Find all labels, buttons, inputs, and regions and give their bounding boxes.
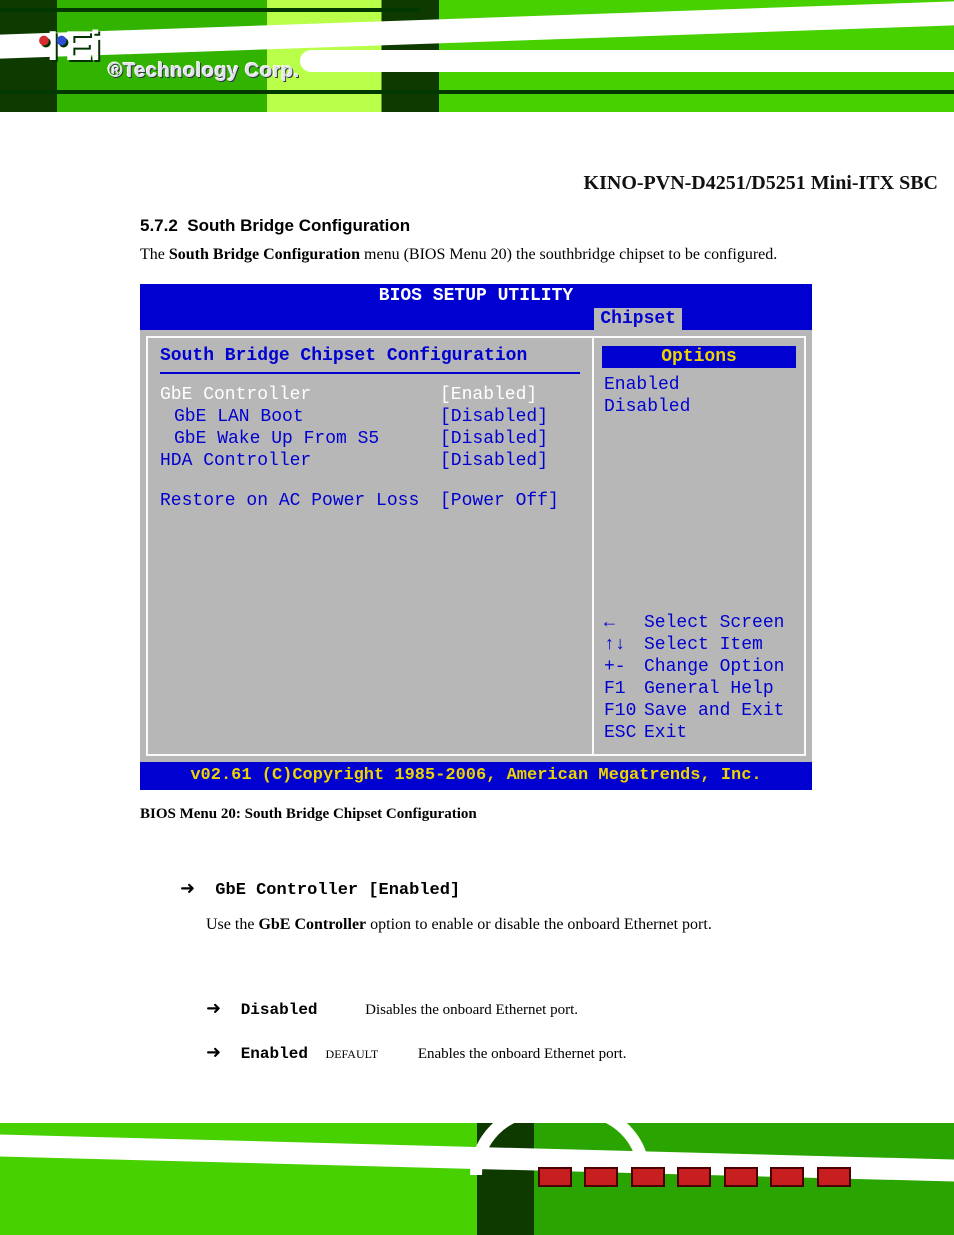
section-heading: 5.7.2 South Bridge Configuration bbox=[140, 216, 410, 236]
options-list: Enabled Disabled bbox=[594, 374, 804, 418]
help-text: Exit bbox=[644, 723, 687, 743]
bios-row-hda-controller[interactable]: HDA Controller [Disabled] bbox=[148, 450, 592, 472]
desc-post: option to enable or disable the onboard … bbox=[366, 916, 712, 933]
header-swoosh bbox=[300, 50, 954, 72]
help-text: Select Item bbox=[644, 635, 763, 655]
trace-line bbox=[0, 8, 420, 12]
bios-row-gbe-wake-s5[interactable]: GbE Wake Up From S5 [Disabled] bbox=[148, 428, 592, 450]
bios-tab-bar: Chipset bbox=[140, 308, 812, 330]
trace-line bbox=[0, 90, 954, 94]
help-row: +-Change Option bbox=[604, 656, 794, 678]
footer-chips bbox=[534, 1163, 914, 1223]
lead-bold: South Bridge Configuration bbox=[169, 246, 360, 263]
option-heading: ➜ GbE Controller [Enabled] bbox=[180, 878, 460, 900]
bios-screenshot: BIOS SETUP UTILITY Chipset South Bridge … bbox=[140, 284, 812, 790]
help-key: ↑↓ bbox=[604, 634, 644, 656]
row-value: [Disabled] bbox=[440, 406, 548, 428]
bios-help-keys: ←Select Screen ↑↓Select Item +-Change Op… bbox=[604, 612, 794, 744]
help-key: ← bbox=[604, 612, 644, 634]
help-row: ←Select Screen bbox=[604, 612, 794, 634]
opt-name: Disabled bbox=[241, 1001, 318, 1019]
row-value: [Power Off] bbox=[440, 490, 559, 512]
arrow-icon: ➜ bbox=[206, 1042, 221, 1062]
bios-title: BIOS SETUP UTILITY bbox=[140, 284, 812, 308]
help-text: Change Option bbox=[644, 657, 784, 677]
bios-rule bbox=[160, 372, 580, 374]
bios-row-gbe-controller[interactable]: GbE Controller [Enabled] bbox=[148, 384, 592, 406]
bios-body: South Bridge Chipset Configuration GbE C… bbox=[140, 330, 812, 762]
option-item-enabled: ➜ Enabled DEFAULT Enables the onboard Et… bbox=[206, 1042, 627, 1063]
bios-left-panel: South Bridge Chipset Configuration GbE C… bbox=[146, 336, 592, 756]
help-text: Select Screen bbox=[644, 613, 784, 633]
row-label: GbE Wake Up From S5 bbox=[160, 428, 440, 450]
footer-decoration bbox=[0, 1123, 954, 1235]
help-row: ↑↓Select Item bbox=[604, 634, 794, 656]
arrow-icon: ➜ bbox=[206, 998, 221, 1018]
bios-panel-title: South Bridge Chipset Configuration bbox=[148, 338, 592, 366]
help-row: F10Save and Exit bbox=[604, 700, 794, 722]
chip-icon bbox=[817, 1167, 851, 1187]
bios-footer: v02.61 (C)Copyright 1985-2006, American … bbox=[140, 762, 812, 790]
chip-icon bbox=[770, 1167, 804, 1187]
spacer bbox=[148, 472, 592, 490]
row-label: Restore on AC Power Loss bbox=[160, 490, 440, 512]
desc-pre: Use the bbox=[206, 916, 258, 933]
section-title: South Bridge Configuration bbox=[187, 216, 410, 235]
bios-right-panel: Options Enabled Disabled ←Select Screen … bbox=[592, 336, 806, 756]
option-heading-text: GbE Controller [Enabled] bbox=[215, 881, 460, 900]
help-row: ESCExit bbox=[604, 722, 794, 744]
page-root: { "header": { "brand_text": "®Technology… bbox=[0, 0, 954, 1235]
lead-pre: The bbox=[140, 246, 169, 263]
opt-desc: Enables the onboard Ethernet port. bbox=[418, 1046, 627, 1062]
help-text: Save and Exit bbox=[644, 701, 784, 721]
model-heading: KINO-PVN-D4251/D5251 Mini-ITX SBC bbox=[0, 172, 938, 195]
logo: •I•iEiEi bbox=[38, 22, 98, 70]
chip-icon bbox=[538, 1167, 572, 1187]
bios-row-gbe-lan-boot[interactable]: GbE LAN Boot [Disabled] bbox=[148, 406, 592, 428]
row-label: GbE Controller bbox=[160, 384, 440, 406]
header-decoration: •I•iEiEi ®Technology Corp. bbox=[0, 0, 954, 112]
options-header: Options bbox=[602, 346, 796, 368]
logo-dot-red: • bbox=[38, 22, 47, 61]
lead-post: menu (BIOS Menu 20) the southbridge chip… bbox=[360, 246, 777, 263]
option-item-disabled: ➜ Disabled Disables the onboard Ethernet… bbox=[206, 998, 578, 1019]
row-value: [Enabled] bbox=[440, 384, 537, 406]
brand-text: ®Technology Corp. bbox=[108, 60, 300, 83]
help-row: F1General Help bbox=[604, 678, 794, 700]
option-disabled[interactable]: Disabled bbox=[604, 396, 794, 418]
opt-name: Enabled bbox=[241, 1045, 308, 1063]
row-label: GbE LAN Boot bbox=[160, 406, 440, 428]
opt-tag: DEFAULT bbox=[326, 1047, 379, 1061]
help-text: General Help bbox=[644, 679, 774, 699]
section-number: 5.7.2 bbox=[140, 216, 178, 235]
row-label: HDA Controller bbox=[160, 450, 440, 472]
opt-desc: Disables the onboard Ethernet port. bbox=[365, 1002, 578, 1018]
bios-tab-chipset[interactable]: Chipset bbox=[594, 308, 682, 330]
help-key: F10 bbox=[604, 700, 644, 722]
chip-icon bbox=[677, 1167, 711, 1187]
chip-icon bbox=[584, 1167, 618, 1187]
figure-caption: BIOS Menu 20: South Bridge Chipset Confi… bbox=[140, 806, 477, 823]
option-enabled[interactable]: Enabled bbox=[604, 374, 794, 396]
row-value: [Disabled] bbox=[440, 428, 548, 450]
option-description: Use the GbE Controller option to enable … bbox=[206, 910, 866, 940]
row-value: [Disabled] bbox=[440, 450, 548, 472]
help-key: ESC bbox=[604, 722, 644, 744]
chip-icon bbox=[631, 1167, 665, 1187]
desc-bold: GbE Controller bbox=[258, 916, 366, 933]
section-lead: The South Bridge Configuration menu (BIO… bbox=[140, 244, 860, 266]
bios-row-restore-ac[interactable]: Restore on AC Power Loss [Power Off] bbox=[148, 490, 592, 512]
logo-dot-blue: • bbox=[56, 22, 65, 61]
help-key: +- bbox=[604, 656, 644, 678]
chip-icon bbox=[724, 1167, 758, 1187]
arrow-icon: ➜ bbox=[180, 878, 195, 898]
help-key: F1 bbox=[604, 678, 644, 700]
